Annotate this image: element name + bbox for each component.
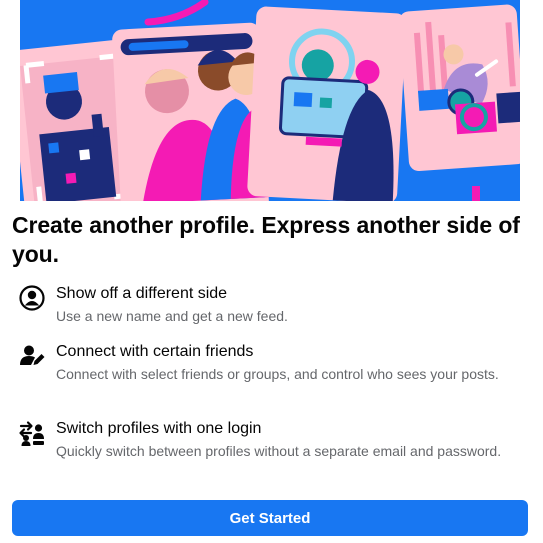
create-profile-screen: Create another profile. Express another … bbox=[0, 0, 543, 543]
get-started-button[interactable]: Get Started bbox=[12, 500, 528, 536]
switch-profiles-icon bbox=[18, 419, 46, 447]
person-circle-icon bbox=[18, 284, 46, 312]
feature-title: Switch profiles with one login bbox=[56, 420, 262, 437]
feature-description: Use a new name and get a new feed. bbox=[56, 308, 288, 324]
feature-description: Quickly switch between profiles without … bbox=[56, 443, 502, 459]
hero-illustration bbox=[20, 0, 520, 201]
feature-title: Connect with certain friends bbox=[56, 343, 254, 360]
profiles-illustration bbox=[20, 0, 520, 201]
person-edit-icon bbox=[18, 342, 46, 370]
page-title: Create another profile. Express another … bbox=[12, 212, 520, 267]
feature-description: Connect with select friends or groups, a… bbox=[56, 366, 499, 382]
feature-title: Show off a different side bbox=[56, 285, 228, 302]
